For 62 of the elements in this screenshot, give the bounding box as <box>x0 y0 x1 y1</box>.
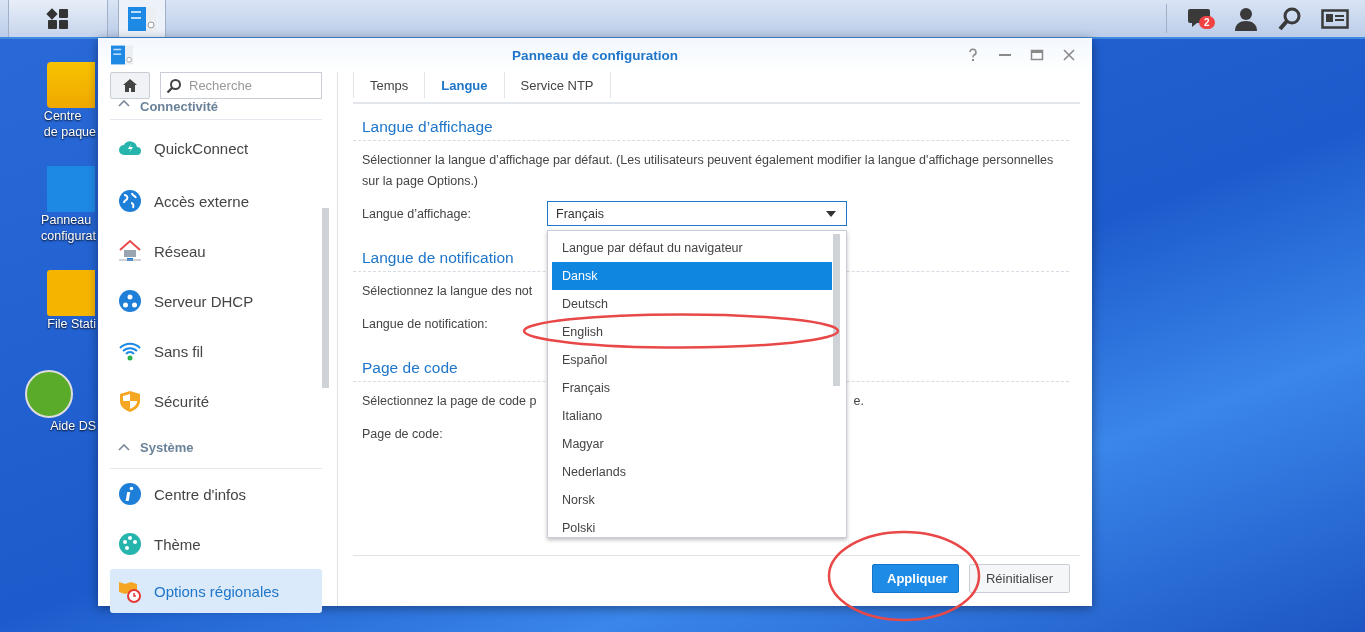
dropdown-option[interactable]: Magyar <box>552 430 832 458</box>
sidebar-item[interactable]: Serveur DHCP <box>110 276 322 326</box>
sidebar-item[interactable]: Thème <box>110 519 322 569</box>
dropdown-option[interactable]: Italiano <box>552 402 832 430</box>
user-icon[interactable] <box>1233 5 1259 32</box>
field-label: Page de code: <box>362 426 444 441</box>
sidebar-section-header[interactable]: Connectivité <box>140 99 218 114</box>
apply-button[interactable]: Appliquer <box>872 563 959 593</box>
sidebar-item[interactable]: Centre d'infos <box>110 469 322 519</box>
scrollbar[interactable] <box>833 234 840 386</box>
scrollbar[interactable] <box>322 208 329 388</box>
desktop-icon-label[interactable]: Centre de paque <box>43 108 98 140</box>
network-icon <box>118 289 142 313</box>
description-text: Sélectionnez la langue des not <box>362 283 533 300</box>
field-label: Langue de notification: <box>362 316 489 331</box>
shield-icon <box>118 389 142 413</box>
description-text: Sélectionner la langue d’affichage par défaut. (Les utilisateurs peuvent également modifier la langue d'affichage personnelles sur la page Options.) <box>362 152 1055 190</box>
search-icon <box>166 78 182 94</box>
map-clock-icon <box>118 579 142 603</box>
info-icon <box>118 482 142 506</box>
section-heading: Langue d’affichage <box>353 118 1069 141</box>
id-card-icon[interactable] <box>1321 6 1349 31</box>
palette-icon <box>118 532 142 556</box>
home-icon <box>122 78 138 93</box>
sidebar-item[interactable]: Sans fil <box>110 326 322 376</box>
desktop-icon-label[interactable]: Panneau configurat <box>41 212 98 244</box>
globe-icon <box>118 189 142 213</box>
dropdown-option[interactable]: Nederlands <box>552 458 832 486</box>
tab[interactable]: Langue <box>424 72 504 98</box>
desktop-icon-label[interactable]: Aide DS <box>50 418 98 434</box>
grid-icon <box>46 6 70 31</box>
language-select[interactable]: Français <box>547 201 847 226</box>
sidebar-item[interactable]: QuickConnect <box>110 120 322 176</box>
field-label: Langue d’affichage: <box>362 206 472 221</box>
dropdown-option[interactable]: Dansk <box>552 262 832 290</box>
sidebar-item[interactable]: Sécurité <box>110 376 322 426</box>
home-button[interactable] <box>110 72 150 99</box>
close-icon[interactable] <box>1062 48 1076 62</box>
window-title: Panneau de configuration <box>512 47 678 63</box>
search-icon[interactable] <box>1277 5 1303 32</box>
control-panel-taskbar-button[interactable] <box>118 0 166 37</box>
notifications-button[interactable]: 2 <box>1187 5 1215 32</box>
maximize-icon[interactable] <box>1030 48 1044 62</box>
description-text: Sélectionnez la page de code p <box>362 393 537 410</box>
sidebar-item[interactable]: Réseau <box>110 226 322 276</box>
reset-button[interactable]: Réinitialiser <box>969 563 1070 593</box>
tab[interactable]: Temps <box>353 72 425 98</box>
sidebar-section-header[interactable]: Système <box>140 439 194 455</box>
sidebar-item[interactable]: Accès externe <box>110 176 322 226</box>
house-icon <box>118 239 142 263</box>
description-text: e. <box>853 393 865 410</box>
tab[interactable]: Service NTP <box>503 72 611 98</box>
dropdown-option[interactable]: Polski <box>552 514 832 542</box>
caret-icon <box>826 210 836 217</box>
sidebar-item[interactable]: Options régionales <box>110 569 322 613</box>
desktop-icon-label[interactable]: File Stati <box>47 316 98 332</box>
chevron-up-icon[interactable] <box>118 99 130 107</box>
chevron-up-icon[interactable] <box>118 443 130 451</box>
dropdown-option[interactable]: Norsk <box>552 486 832 514</box>
dropdown-option[interactable]: Deutsch <box>552 290 832 318</box>
main-menu-button[interactable] <box>8 0 108 37</box>
search-field[interactable]: Recherche <box>160 72 322 99</box>
